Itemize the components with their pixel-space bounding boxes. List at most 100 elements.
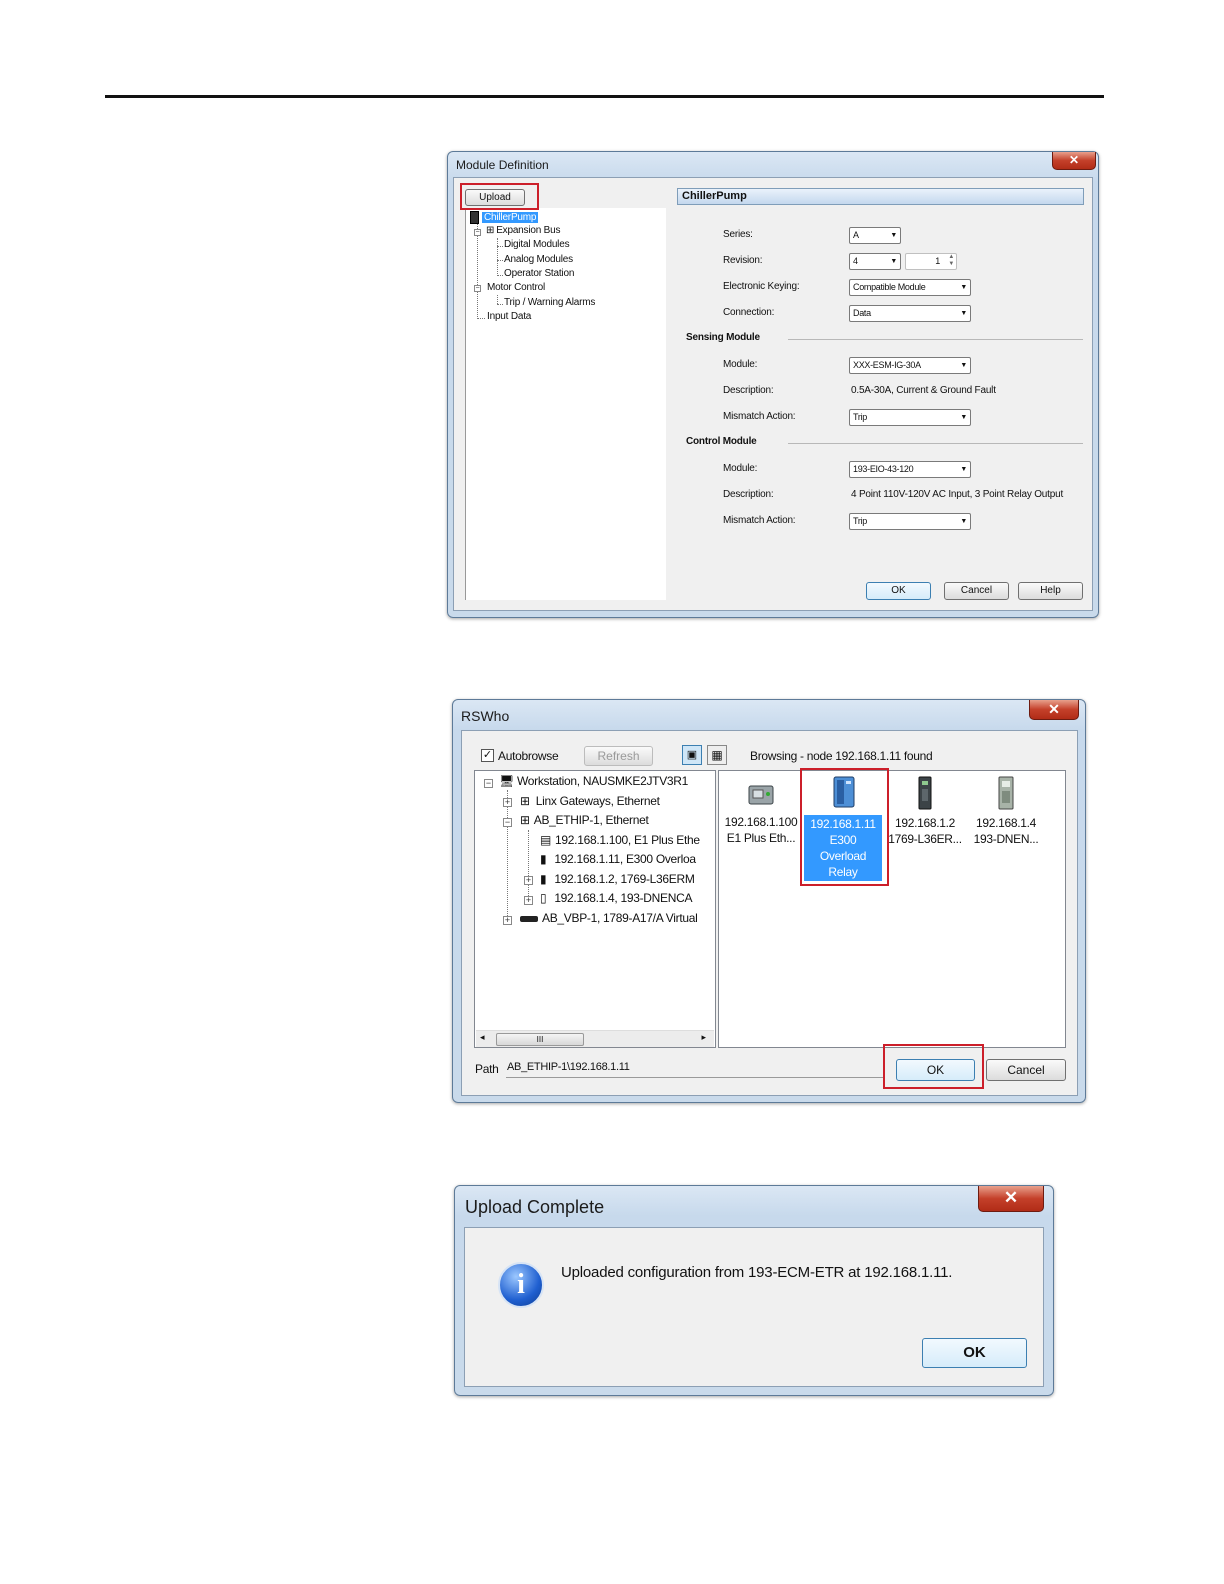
- collapse-icon[interactable]: −: [484, 779, 493, 788]
- connection-label: Connection:: [723, 307, 775, 318]
- expand-icon[interactable]: +: [503, 798, 512, 807]
- dropdown-arrow-icon: ▼: [960, 362, 967, 369]
- expand-icon[interactable]: +: [524, 896, 533, 905]
- ok-button[interactable]: OK: [922, 1338, 1027, 1368]
- keying-select[interactable]: Compatible Module ▼: [849, 279, 971, 296]
- sensing-module-label: Module:: [723, 359, 758, 370]
- tree-item-chillerpump[interactable]: ChillerPump: [470, 211, 539, 224]
- close-button[interactable]: ✕: [1029, 700, 1079, 720]
- path-label: Path: [475, 1062, 499, 1076]
- series-value: A: [853, 230, 859, 240]
- network-icon: ⊞: [520, 794, 530, 808]
- revision-minor-spinner[interactable]: 1 ▲ ▼: [905, 253, 957, 270]
- tree-item-node-11[interactable]: ▮ 192.168.1.11, E300 Overloa: [540, 852, 714, 866]
- view-details-button[interactable]: ▦: [707, 745, 727, 765]
- tree-connector: [528, 830, 529, 900]
- series-label: Series:: [723, 229, 753, 240]
- control-module-heading: Control Module: [686, 436, 757, 447]
- tree-connector: [507, 790, 508, 920]
- collapse-icon[interactable]: −: [503, 818, 512, 827]
- control-module-select[interactable]: 193-EIO-43-120 ▼: [849, 461, 971, 478]
- separator: [788, 443, 1083, 444]
- tree-item-label: Linx Gateways, Ethernet: [535, 794, 660, 808]
- tree-connector: [497, 275, 503, 276]
- network-icon: ⊞: [486, 225, 495, 236]
- tree-connector: [497, 295, 498, 304]
- page-top-rule: [105, 95, 1104, 98]
- adapter-icon: ▯: [540, 891, 547, 905]
- tree-item-label: 192.168.1.100, E1 Plus Ethe: [555, 833, 700, 847]
- refresh-button[interactable]: Refresh: [584, 746, 653, 766]
- control-mismatch-select[interactable]: Trip ▼: [849, 513, 971, 530]
- scroll-grip-icon: III: [536, 1035, 544, 1044]
- sensing-module-value: XXX-ESM-IG-30A: [853, 360, 921, 370]
- upload-callout: [460, 183, 539, 210]
- collapse-icon[interactable]: −: [474, 229, 481, 236]
- ok-button[interactable]: OK: [866, 582, 931, 600]
- tree-item-ab-ethip[interactable]: ⊞ AB_ETHIP-1, Ethernet: [520, 813, 649, 827]
- tree-item-node-2[interactable]: ▮ 192.168.1.2, 1769-L36ERM: [540, 872, 714, 886]
- device-node-100[interactable]: 192.168.1.100 E1 Plus Eth...: [722, 780, 800, 846]
- browse-status: Browsing - node 192.168.1.11 found: [750, 749, 933, 763]
- tree-item-trip-warning-alarms[interactable]: Trip / Warning Alarms: [504, 297, 595, 308]
- autobrowse-checkbox[interactable]: ✓: [481, 749, 494, 762]
- controller-icon: ▮: [540, 872, 547, 886]
- help-button[interactable]: Help: [1018, 582, 1083, 600]
- module-tree-panel: [465, 208, 666, 600]
- tree-item-analog-modules[interactable]: Analog Modules: [504, 254, 573, 265]
- e1-plus-device-icon: [748, 785, 774, 805]
- tree-item-expansion-bus[interactable]: ⊞ Expansion Bus: [486, 225, 560, 236]
- horizontal-scrollbar[interactable]: ◂ III ▸: [476, 1030, 714, 1047]
- sensing-module-heading: Sensing Module: [686, 332, 760, 343]
- window-title: Upload Complete: [465, 1197, 605, 1217]
- expand-icon[interactable]: +: [503, 916, 512, 925]
- device-node-2[interactable]: 192.168.1.2 1769-L36ER...: [886, 775, 964, 847]
- tree-item-digital-modules[interactable]: Digital Modules: [504, 239, 570, 250]
- device-node-4[interactable]: 192.168.1.4 193-DNEN...: [967, 775, 1045, 847]
- tree-item-operator-station[interactable]: Operator Station: [504, 268, 574, 279]
- device-address: 192.168.1.4: [975, 816, 1037, 830]
- revision-major-select[interactable]: 4 ▼: [849, 253, 901, 270]
- device-type: 193-DNEN...: [973, 832, 1039, 846]
- tree-connector: [497, 246, 503, 247]
- module-header: ChillerPump: [677, 188, 1084, 205]
- tree-item-input-data[interactable]: Input Data: [487, 311, 531, 322]
- control-mismatch-value: Trip: [853, 516, 867, 526]
- tree-item-label: AB_VBP-1, 1789-A17/A Virtual: [542, 911, 698, 925]
- close-button[interactable]: ✕: [1052, 152, 1096, 170]
- cancel-button[interactable]: Cancel: [986, 1059, 1066, 1081]
- tree-item-node-100[interactable]: ▤ 192.168.1.100, E1 Plus Ethe: [540, 833, 714, 847]
- close-icon: ✕: [1048, 701, 1060, 717]
- device-address: 192.168.1.100: [724, 815, 798, 829]
- cancel-button[interactable]: Cancel: [944, 582, 1009, 600]
- ok-callout: [883, 1044, 984, 1089]
- device-callout: [800, 768, 889, 886]
- adapter-device-icon: [998, 776, 1014, 810]
- sensing-module-select[interactable]: XXX-ESM-IG-30A ▼: [849, 357, 971, 374]
- tree-item-ab-vbp[interactable]: AB_VBP-1, 1789-A17/A Virtual: [520, 911, 714, 925]
- tree-connector: [497, 260, 503, 261]
- connection-select[interactable]: Data ▼: [849, 305, 971, 322]
- tree-item-label: 192.168.1.2, 1769-L36ERM: [554, 872, 695, 886]
- keying-label: Electronic Keying:: [723, 281, 800, 292]
- series-select[interactable]: A ▼: [849, 227, 901, 244]
- scroll-thumb[interactable]: III: [496, 1033, 584, 1046]
- tree-connector: [477, 223, 478, 319]
- tree-item-label: Expansion Bus: [496, 225, 561, 236]
- tree-item-node-4[interactable]: ▯ 192.168.1.4, 193-DNENCA: [540, 891, 714, 905]
- dropdown-arrow-icon: ▼: [960, 284, 967, 291]
- close-button[interactable]: ✕: [978, 1186, 1044, 1212]
- separator: [506, 1077, 884, 1078]
- connection-value: Data: [853, 308, 871, 318]
- tree-item-workstation[interactable]: 🖥 Workstation, NAUSMKE2JTV3R1: [499, 774, 688, 788]
- sensing-mismatch-select[interactable]: Trip ▼: [849, 409, 971, 426]
- tree-item-linx-gateways[interactable]: ⊞ Linx Gateways, Ethernet: [520, 794, 660, 808]
- view-large-icons-button[interactable]: ▣: [682, 745, 702, 765]
- expand-icon[interactable]: +: [524, 876, 533, 885]
- scroll-right-arrow-icon[interactable]: ▸: [701, 1032, 706, 1043]
- dropdown-arrow-icon: ▼: [890, 232, 897, 239]
- scroll-left-arrow-icon[interactable]: ◂: [480, 1032, 485, 1043]
- collapse-icon[interactable]: −: [474, 285, 481, 292]
- tree-connector: [497, 304, 503, 305]
- tree-item-motor-control[interactable]: Motor Control: [487, 282, 545, 293]
